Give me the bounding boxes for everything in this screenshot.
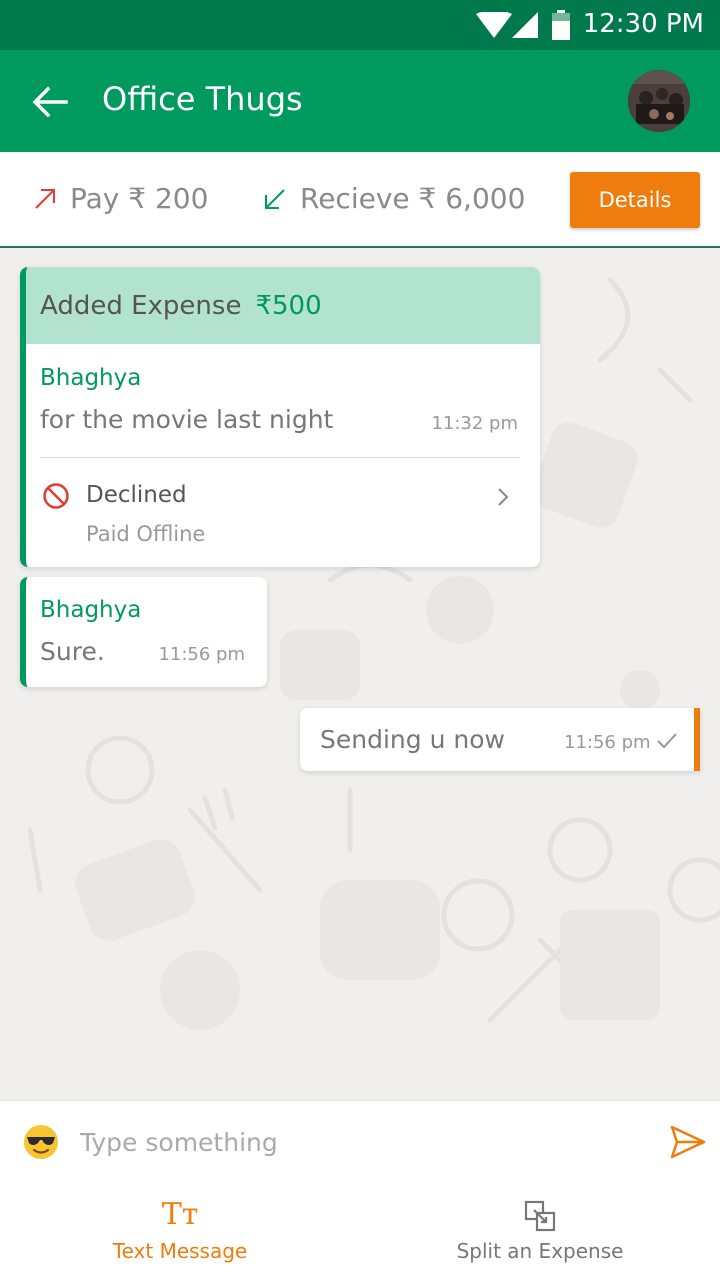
split-expense-icon — [524, 1200, 556, 1232]
message-text: Sure. — [40, 637, 105, 666]
tab-split-expense[interactable]: Split an Expense — [390, 1197, 690, 1277]
message-input[interactable] — [80, 1119, 640, 1165]
message-time: 11:56 pm — [158, 644, 245, 665]
text-format-icon: Tт — [161, 1197, 199, 1232]
expense-amount: ₹500 — [255, 290, 322, 321]
tab-label: Split an Expense — [456, 1239, 624, 1263]
declined-icon — [43, 483, 69, 509]
group-photo-icon — [628, 70, 690, 132]
message-time: 11:56 pm — [564, 732, 651, 753]
emoji-sunglasses-icon[interactable] — [22, 1123, 60, 1161]
cellular-signal-icon — [512, 12, 538, 38]
composer: Tт Text Message Split an Expense — [0, 1100, 720, 1280]
arrow-down-left-icon — [265, 188, 285, 209]
message-time: 11:32 pm — [431, 413, 518, 434]
chevron-right-icon — [498, 488, 509, 506]
expense-note: for the movie last night — [40, 405, 334, 434]
expense-message-card[interactable]: Added Expense ₹500 Bhaghya for the movie… — [20, 267, 540, 567]
message-sender: Bhaghya — [40, 365, 142, 391]
sent-check-icon — [657, 733, 677, 749]
pay-amount: Pay ₹ 200 — [70, 182, 209, 215]
outgoing-message[interactable]: Sending u now 11:56 pm — [300, 708, 700, 771]
pay-summary: Pay ₹ 200 — [34, 182, 208, 215]
expense-status: Declined — [86, 482, 187, 508]
incoming-message[interactable]: Bhaghya Sure. 11:56 pm — [20, 577, 267, 687]
arrow-up-right-icon — [35, 188, 55, 209]
group-title: Office Thugs — [102, 80, 303, 118]
expense-status-detail: Paid Offline — [86, 522, 206, 546]
wifi-icon — [476, 12, 512, 38]
app-bar: Office Thugs — [0, 50, 720, 152]
expense-status-row[interactable]: Declined Paid Offline — [40, 472, 520, 552]
divider — [40, 457, 520, 458]
details-button[interactable]: Details — [570, 172, 700, 228]
balance-summary: Pay ₹ 200 Recieve ₹ 6,000 Details — [0, 152, 720, 248]
back-arrow-icon[interactable] — [30, 82, 70, 122]
message-text: Sending u now — [320, 725, 505, 754]
expense-heading: Added Expense — [40, 290, 242, 321]
message-sender: Bhaghya — [40, 597, 142, 623]
send-icon[interactable] — [670, 1125, 706, 1159]
expense-header: Added Expense ₹500 — [26, 267, 540, 344]
group-avatar[interactable] — [628, 70, 690, 132]
tab-text-message[interactable]: Tт Text Message — [30, 1197, 330, 1277]
status-bar: 12:30 PM — [0, 0, 720, 50]
receive-amount: Recieve ₹ 6,000 — [300, 182, 526, 215]
tab-label: Text Message — [112, 1239, 248, 1263]
battery-icon — [552, 10, 570, 40]
status-time: 12:30 PM — [582, 9, 704, 39]
receive-summary: Recieve ₹ 6,000 — [264, 182, 525, 215]
